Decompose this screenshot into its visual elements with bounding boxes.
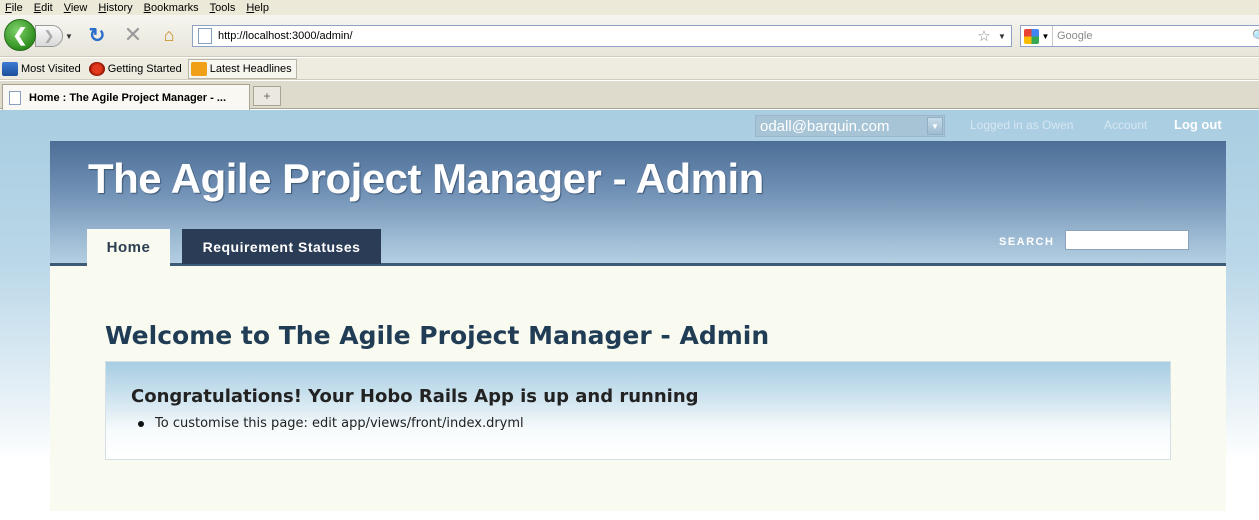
google-icon bbox=[1023, 28, 1039, 44]
account-nav: odall@barquin.com ▼ Logged in as Owen Ac… bbox=[0, 110, 1259, 142]
bookmark-most-visited[interactable]: Most Visited bbox=[0, 59, 85, 79]
tab-title: Home : The Agile Project Manager - ... bbox=[29, 91, 227, 104]
url-dropdown-icon[interactable]: ▼ bbox=[993, 32, 1011, 41]
magnifier-icon[interactable]: 🔍 bbox=[1252, 29, 1259, 43]
page-icon bbox=[9, 90, 21, 105]
search-input[interactable] bbox=[1065, 230, 1189, 250]
logged-in-text: Logged in as Owen bbox=[970, 118, 1074, 132]
address-bar[interactable]: http://localhost:3000/admin/ ☆ ▼ bbox=[192, 25, 1012, 47]
url-text[interactable]: http://localhost:3000/admin/ bbox=[218, 30, 975, 42]
logout-link[interactable]: Log out bbox=[1174, 117, 1222, 132]
menu-edit[interactable]: Edit bbox=[29, 2, 59, 14]
tab-requirement-statuses[interactable]: Requirement Statuses bbox=[182, 229, 381, 264]
app-header: The Agile Project Manager - Admin Home R… bbox=[50, 141, 1226, 266]
menu-help[interactable]: Help bbox=[241, 2, 275, 14]
navigation-toolbar: ❯ ❮ ▼ ↻ ✕ ⌂ http://localhost:3000/admin/… bbox=[0, 15, 1259, 57]
new-tab-button[interactable]: + bbox=[253, 86, 281, 106]
app-title[interactable]: The Agile Project Manager - Admin bbox=[88, 155, 764, 203]
bookmark-getting-started[interactable]: Getting Started bbox=[87, 59, 186, 79]
tab-bar: Home : The Agile Project Manager - ... + bbox=[0, 81, 1259, 110]
menu-tools[interactable]: Tools bbox=[205, 2, 242, 14]
list-item: To customise this page: edit app/views/f… bbox=[138, 416, 524, 431]
bookmarks-toolbar: Most Visited Getting Started Latest Head… bbox=[0, 58, 1259, 80]
menu-bookmarks[interactable]: Bookmarks bbox=[139, 2, 205, 14]
account-link[interactable]: Account bbox=[1104, 118, 1147, 132]
search-label: SEARCH bbox=[999, 236, 1055, 248]
list-item-text: To customise this page: edit app/views/f… bbox=[155, 416, 524, 431]
panel-title: Congratulations! Your Hobo Rails App is … bbox=[131, 386, 699, 407]
menu-history[interactable]: History bbox=[93, 2, 138, 14]
bookmark-latest-headlines[interactable]: Latest Headlines bbox=[187, 58, 297, 79]
page-title: Welcome to The Agile Project Manager - A… bbox=[105, 321, 770, 350]
menu-file[interactable]: File bbox=[0, 2, 29, 14]
firefox-icon bbox=[88, 61, 105, 76]
bookmark-label: Most Visited bbox=[21, 62, 81, 75]
tab-home[interactable]: Home bbox=[87, 229, 170, 266]
bookmark-label: Getting Started bbox=[107, 62, 182, 75]
bullet-icon bbox=[138, 420, 144, 427]
home-icon[interactable]: ⌂ bbox=[158, 24, 180, 46]
browser-tab-home[interactable]: Home : The Agile Project Manager - ... bbox=[2, 84, 250, 110]
bookmark-label: Latest Headlines bbox=[209, 62, 292, 75]
search-placeholder[interactable]: Google bbox=[1053, 30, 1252, 42]
history-dropdown-icon[interactable]: ▼ bbox=[63, 29, 75, 43]
menu-bar: File Edit View History Bookmarks Tools H… bbox=[0, 0, 1259, 15]
stop-icon[interactable]: ✕ bbox=[122, 22, 144, 47]
chevron-down-icon[interactable]: ▼ bbox=[927, 117, 943, 135]
page-viewport: odall@barquin.com ▼ Logged in as Owen Ac… bbox=[0, 110, 1259, 520]
bookmark-star-icon[interactable]: ☆ bbox=[975, 27, 993, 45]
most-visited-icon bbox=[2, 61, 18, 76]
back-button[interactable]: ❮ bbox=[4, 19, 36, 51]
page-icon bbox=[198, 28, 212, 44]
rss-feed-icon bbox=[190, 61, 207, 76]
reload-icon[interactable]: ↻ bbox=[86, 24, 108, 47]
user-select[interactable]: odall@barquin.com ▼ bbox=[755, 115, 945, 137]
welcome-panel: Congratulations! Your Hobo Rails App is … bbox=[105, 361, 1171, 460]
browser-search-box[interactable]: ▼ Google 🔍 bbox=[1020, 25, 1259, 47]
search-engine-selector[interactable]: ▼ bbox=[1021, 26, 1053, 46]
forward-button[interactable]: ❯ bbox=[35, 25, 63, 47]
page-container: The Agile Project Manager - Admin Home R… bbox=[50, 141, 1226, 511]
menu-view[interactable]: View bbox=[59, 2, 94, 14]
user-select-value: odall@barquin.com bbox=[760, 117, 890, 135]
